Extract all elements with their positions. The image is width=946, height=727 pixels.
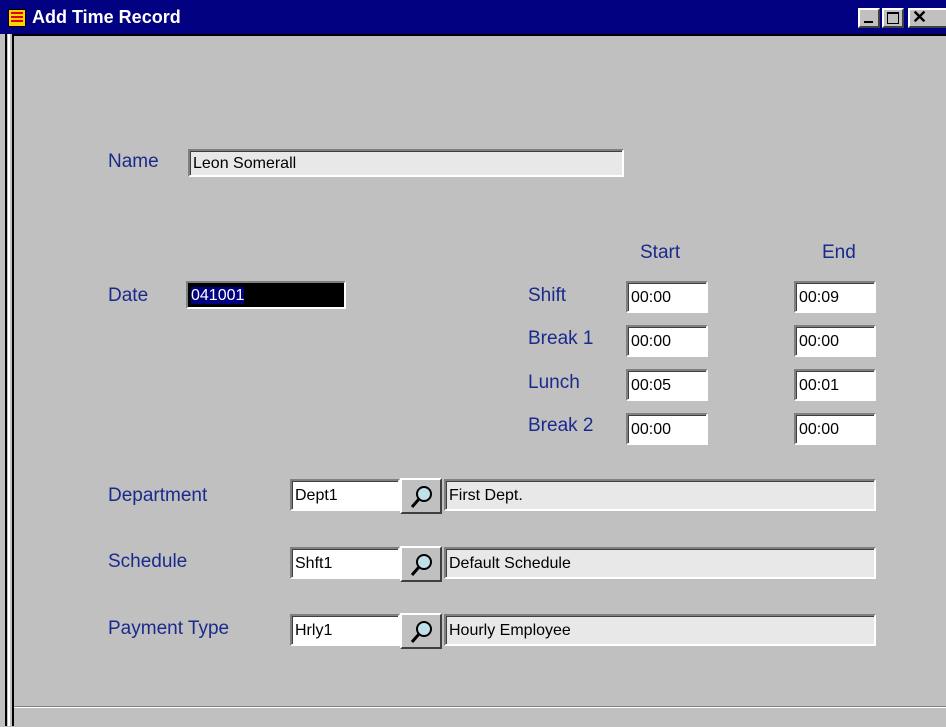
minimize-icon[interactable] bbox=[858, 8, 880, 28]
magnifier-icon bbox=[410, 621, 432, 643]
schedule-description: Default Schedule bbox=[444, 547, 876, 579]
break2-label: Break 2 bbox=[528, 415, 594, 436]
shift-end-field[interactable]: 00:09 bbox=[794, 281, 876, 313]
payment-type-code-field[interactable]: Hrly1 bbox=[290, 614, 400, 646]
name-label: Name bbox=[108, 151, 159, 172]
magnifier-icon bbox=[410, 486, 432, 508]
department-description: First Dept. bbox=[444, 479, 876, 511]
app-grid-icon[interactable] bbox=[8, 9, 26, 27]
window-frame bbox=[0, 34, 14, 726]
magnifier-icon bbox=[410, 554, 432, 576]
maximize-icon[interactable] bbox=[882, 8, 904, 28]
window-title: Add Time Record bbox=[32, 7, 181, 27]
schedule-code-field[interactable]: Shft1 bbox=[290, 547, 400, 579]
break1-start-field[interactable]: 00:00 bbox=[626, 325, 708, 357]
schedule-lookup-button[interactable] bbox=[400, 546, 442, 582]
break2-start-field[interactable]: 00:00 bbox=[626, 413, 708, 445]
start-header: Start bbox=[640, 242, 681, 263]
department-label: Department bbox=[108, 485, 208, 506]
schedule-label: Schedule bbox=[108, 551, 188, 572]
break1-end-field[interactable]: 00:00 bbox=[794, 325, 876, 357]
department-code-field[interactable]: Dept1 bbox=[290, 479, 400, 511]
payment-type-lookup-button[interactable] bbox=[400, 613, 442, 649]
lunch-label: Lunch bbox=[528, 372, 580, 393]
department-lookup-button[interactable] bbox=[400, 478, 442, 514]
date-value: 041001 bbox=[191, 287, 245, 304]
date-label: Date bbox=[108, 285, 149, 306]
shift-start-field[interactable]: 00:00 bbox=[626, 281, 708, 313]
name-field[interactable]: Leon Somerall bbox=[188, 149, 624, 177]
date-field[interactable]: 041001 bbox=[186, 281, 346, 309]
break2-end-field[interactable]: 00:00 bbox=[794, 413, 876, 445]
title-bar[interactable]: Add Time Record ✕ bbox=[0, 0, 946, 34]
status-bar bbox=[14, 706, 946, 727]
close-icon[interactable]: ✕ bbox=[908, 7, 946, 28]
break1-label: Break 1 bbox=[528, 328, 594, 349]
payment-type-label: Payment Type bbox=[108, 618, 230, 639]
lunch-end-field[interactable]: 00:01 bbox=[794, 369, 876, 401]
lunch-start-field[interactable]: 00:05 bbox=[626, 369, 708, 401]
payment-type-description: Hourly Employee bbox=[444, 614, 876, 646]
shift-label: Shift bbox=[528, 285, 567, 306]
end-header: End bbox=[822, 242, 856, 263]
